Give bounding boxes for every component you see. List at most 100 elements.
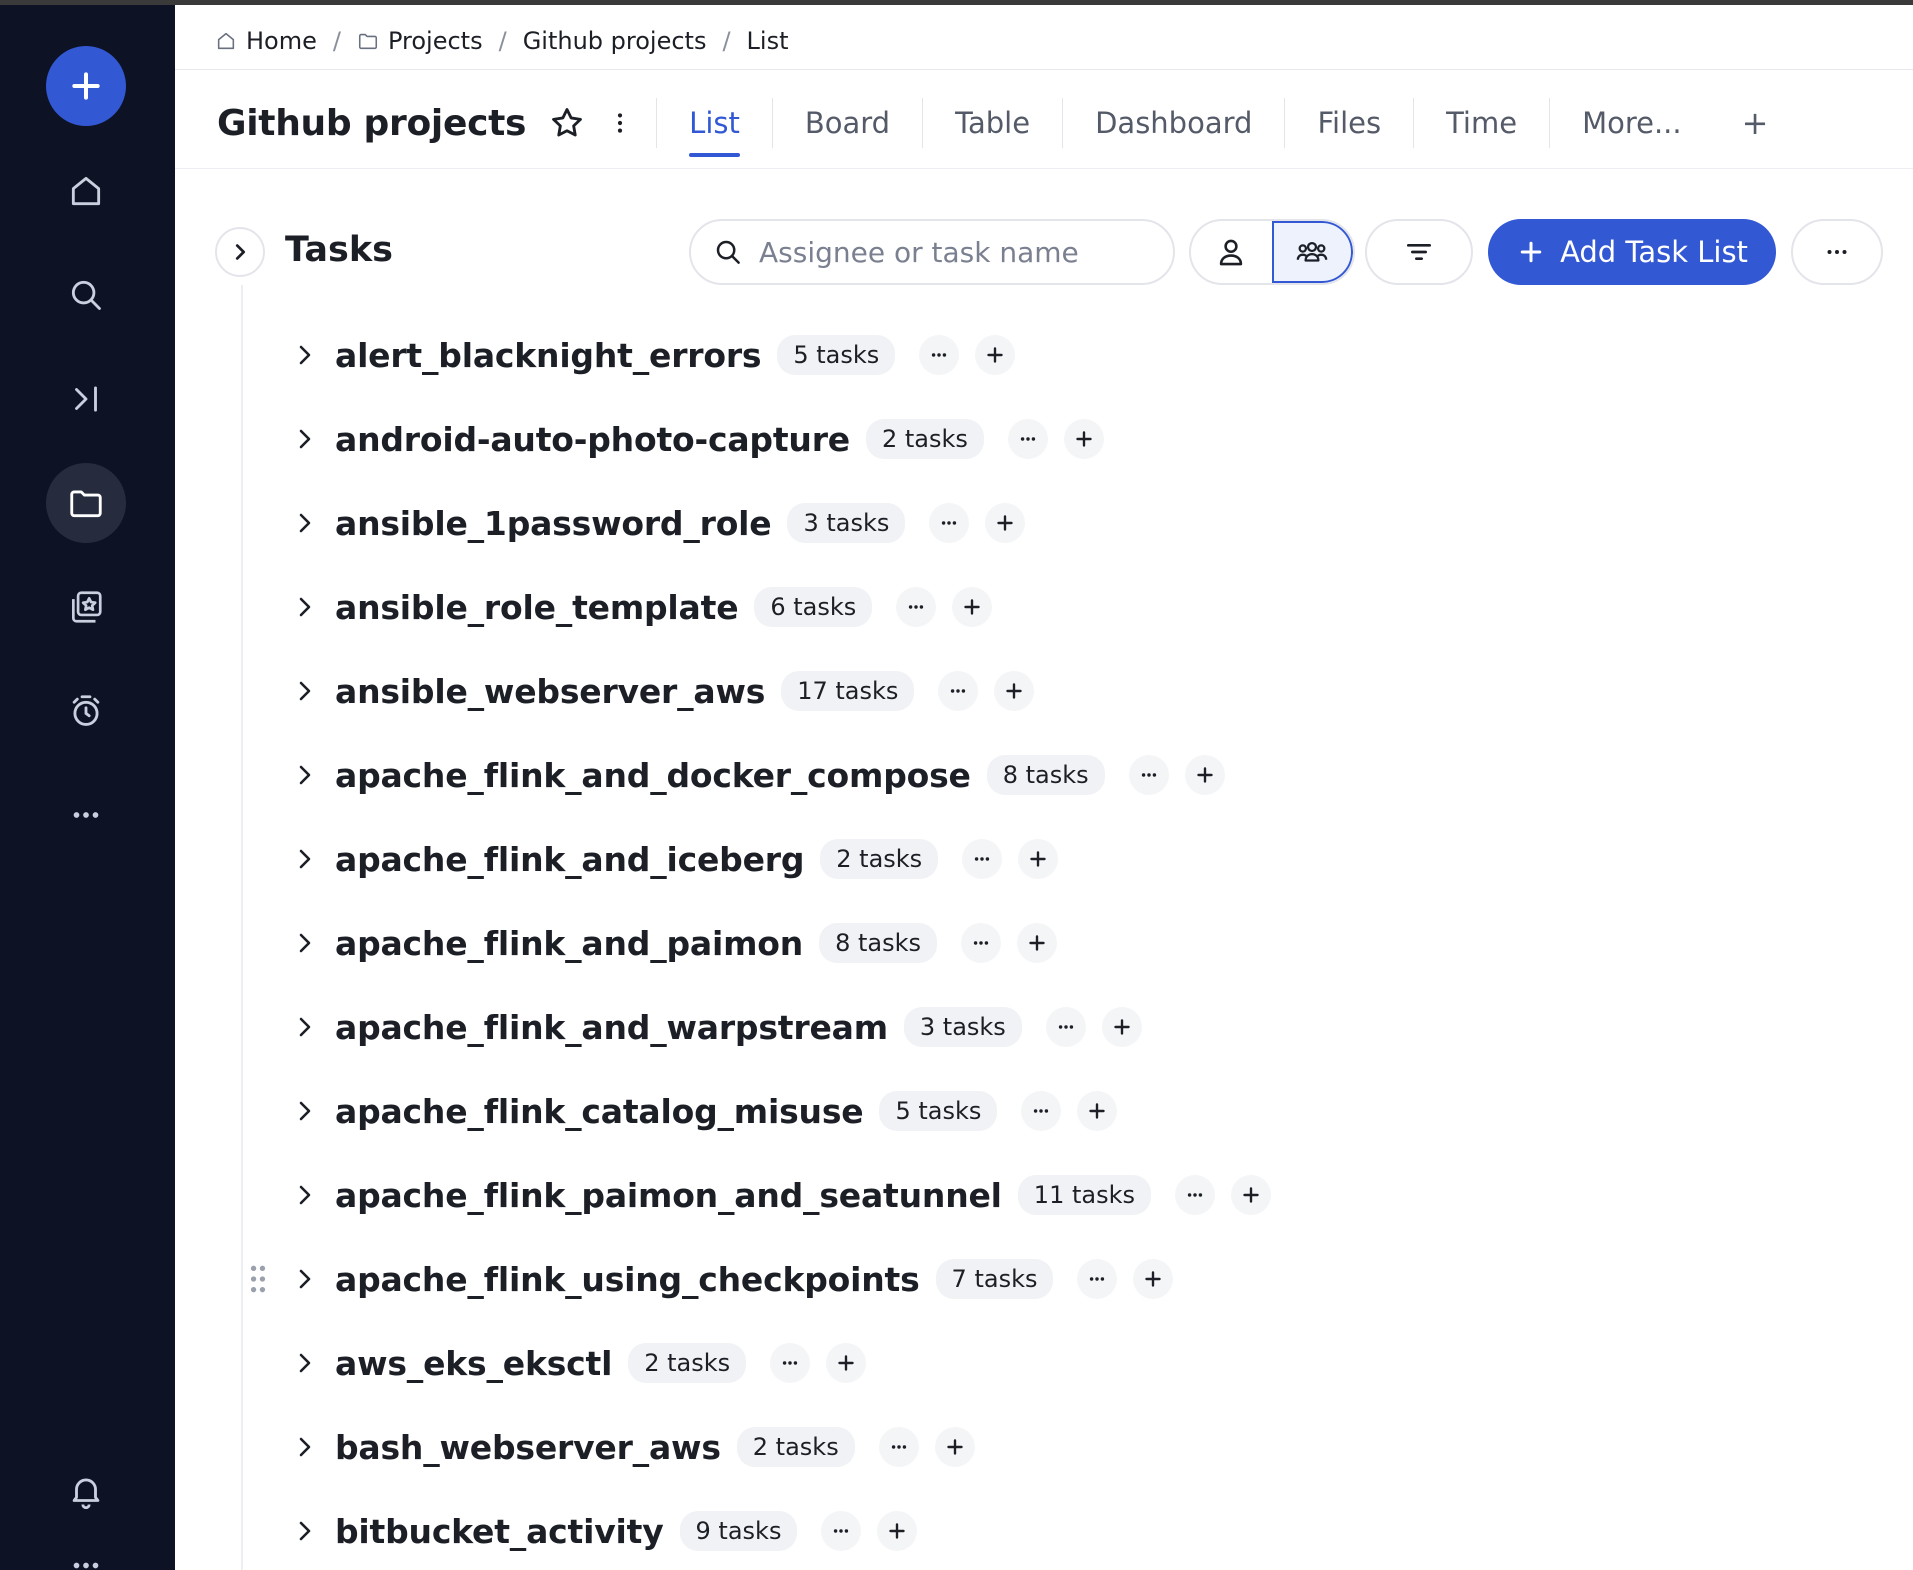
task-list-options-button[interactable] [1045,1007,1086,1047]
expand-chevron-icon[interactable] [293,1097,317,1125]
add-task-button[interactable] [952,587,993,627]
tab-table[interactable]: Table [923,85,1062,161]
task-list-name[interactable]: apache_flink_and_paimon [335,924,803,963]
task-list-options-button[interactable] [1077,1259,1118,1299]
add-task-button[interactable] [1101,1007,1142,1047]
breadcrumb-current: List [746,27,789,55]
create-new-button[interactable] [46,46,126,126]
task-list-name[interactable]: aws_eks_eksctl [335,1344,612,1383]
expand-chevron-icon[interactable] [293,1433,317,1461]
sidebar-expand-button[interactable] [46,359,126,439]
breadcrumb-projects[interactable]: Projects [357,27,483,55]
task-list-name[interactable]: alert_blacknight_errors [335,336,762,375]
tab-files[interactable]: Files [1285,85,1413,161]
add-task-button[interactable] [934,1427,975,1467]
expand-chevron-icon[interactable] [293,341,317,369]
task-list-options-button[interactable] [962,839,1003,879]
expand-chevron-icon[interactable] [293,425,317,453]
home-icon [217,32,235,50]
project-options-button[interactable] [606,105,634,141]
tab-time[interactable]: Time [1414,85,1549,161]
filter-button[interactable] [1365,219,1473,285]
task-list-name[interactable]: ansible_1password_role [335,504,772,543]
task-list-options-button[interactable] [929,503,970,543]
task-list-options-button[interactable] [1175,1175,1215,1215]
task-list-options-button[interactable] [821,1511,862,1551]
expand-chevron-icon[interactable] [293,845,317,873]
task-list-options-button[interactable] [1021,1091,1062,1131]
add-task-button[interactable] [985,503,1026,543]
task-list-options-button[interactable] [770,1343,811,1383]
task-list-name[interactable]: ansible_role_template [335,588,739,627]
sidebar-time-button[interactable] [46,671,126,751]
expand-chevron-icon[interactable] [293,1265,317,1293]
task-list-options-button[interactable] [1128,755,1169,795]
task-list-name[interactable]: apache_flink_paimon_and_seatunnel [335,1176,1002,1215]
task-list-options-button[interactable] [919,335,960,375]
more-vertical-icon [618,113,623,133]
task-count-badge: 2 tasks [628,1343,747,1383]
expand-chevron-icon[interactable] [293,593,317,621]
more-horizontal-icon [975,857,990,861]
task-list-name[interactable]: apache_flink_and_docker_compose [335,756,971,795]
sidebar-apps-button[interactable] [46,1535,126,1570]
tasks-more-button[interactable] [1791,219,1883,285]
plus-icon [1089,1103,1106,1119]
add-task-button[interactable] [1018,839,1059,879]
task-list-name[interactable]: bitbucket_activity [335,1512,664,1551]
task-list-options-button[interactable] [878,1427,919,1467]
task-list-name[interactable]: bash_webserver_aws [335,1428,721,1467]
favorite-star-icon[interactable] [548,104,586,142]
expand-chevron-icon[interactable] [293,929,317,957]
breadcrumb-home[interactable]: Home [215,27,317,55]
add-task-button[interactable] [1063,419,1104,459]
expand-chevron-icon[interactable] [293,1181,317,1209]
collapse-tasks-button[interactable] [215,227,265,277]
expand-chevron-icon[interactable] [293,1349,317,1377]
add-task-button[interactable] [1231,1175,1271,1215]
sidebar-home-button[interactable] [46,151,126,231]
expand-chevron-icon[interactable] [293,677,317,705]
sidebar-search-button[interactable] [46,255,126,335]
add-task-list-button[interactable]: Add Task List [1488,219,1776,285]
task-list-name[interactable]: apache_flink_and_warpstream [335,1008,888,1047]
add-view-button[interactable]: + [1714,104,1797,142]
task-list-name[interactable]: ansible_webserver_aws [335,672,765,711]
task-list-name[interactable]: apache_flink_and_iceberg [335,840,804,879]
task-list-options-button[interactable] [1007,419,1048,459]
task-list-name[interactable]: apache_flink_using_checkpoints [335,1260,920,1299]
sidebar-notifications-button[interactable] [46,1451,126,1531]
tab-board[interactable]: Board [773,85,922,161]
sidebar-more-button[interactable] [46,775,126,855]
expand-chevron-icon[interactable] [293,509,317,537]
task-list-options-button[interactable] [938,671,979,711]
chevron-right-icon [235,244,246,260]
task-list-options-button[interactable] [960,923,1001,963]
sidebar-projects-button[interactable] [46,463,126,543]
filter-icon [1407,244,1431,260]
expand-chevron-icon[interactable] [293,761,317,789]
expand-chevron-icon[interactable] [293,1517,317,1545]
add-task-button[interactable] [1016,923,1057,963]
tab-more[interactable]: More... [1550,85,1714,161]
add-task-button[interactable] [877,1511,918,1551]
sidebar-portfolio-button[interactable] [46,567,126,647]
drag-handle-icon[interactable] [249,1263,267,1295]
add-task-button[interactable] [994,671,1035,711]
add-task-button[interactable] [1133,1259,1174,1299]
add-task-button[interactable] [975,335,1016,375]
add-task-button[interactable] [1184,755,1225,795]
task-list-options-button[interactable] [896,587,937,627]
task-list-name[interactable]: android-auto-photo-capture [335,420,850,459]
more-horizontal-icon [942,521,957,525]
expand-chevron-icon[interactable] [293,1013,317,1041]
search-input[interactable] [759,235,1139,269]
add-task-button[interactable] [1077,1091,1118,1131]
breadcrumb-project[interactable]: Github projects [523,27,707,55]
tab-list[interactable]: List [657,85,772,161]
task-list-name[interactable]: apache_flink_catalog_misuse [335,1092,864,1131]
tab-dashboard[interactable]: Dashboard [1063,85,1284,161]
my-tasks-button[interactable] [1191,221,1272,283]
all-tasks-button[interactable] [1271,221,1353,283]
add-task-button[interactable] [826,1343,867,1383]
